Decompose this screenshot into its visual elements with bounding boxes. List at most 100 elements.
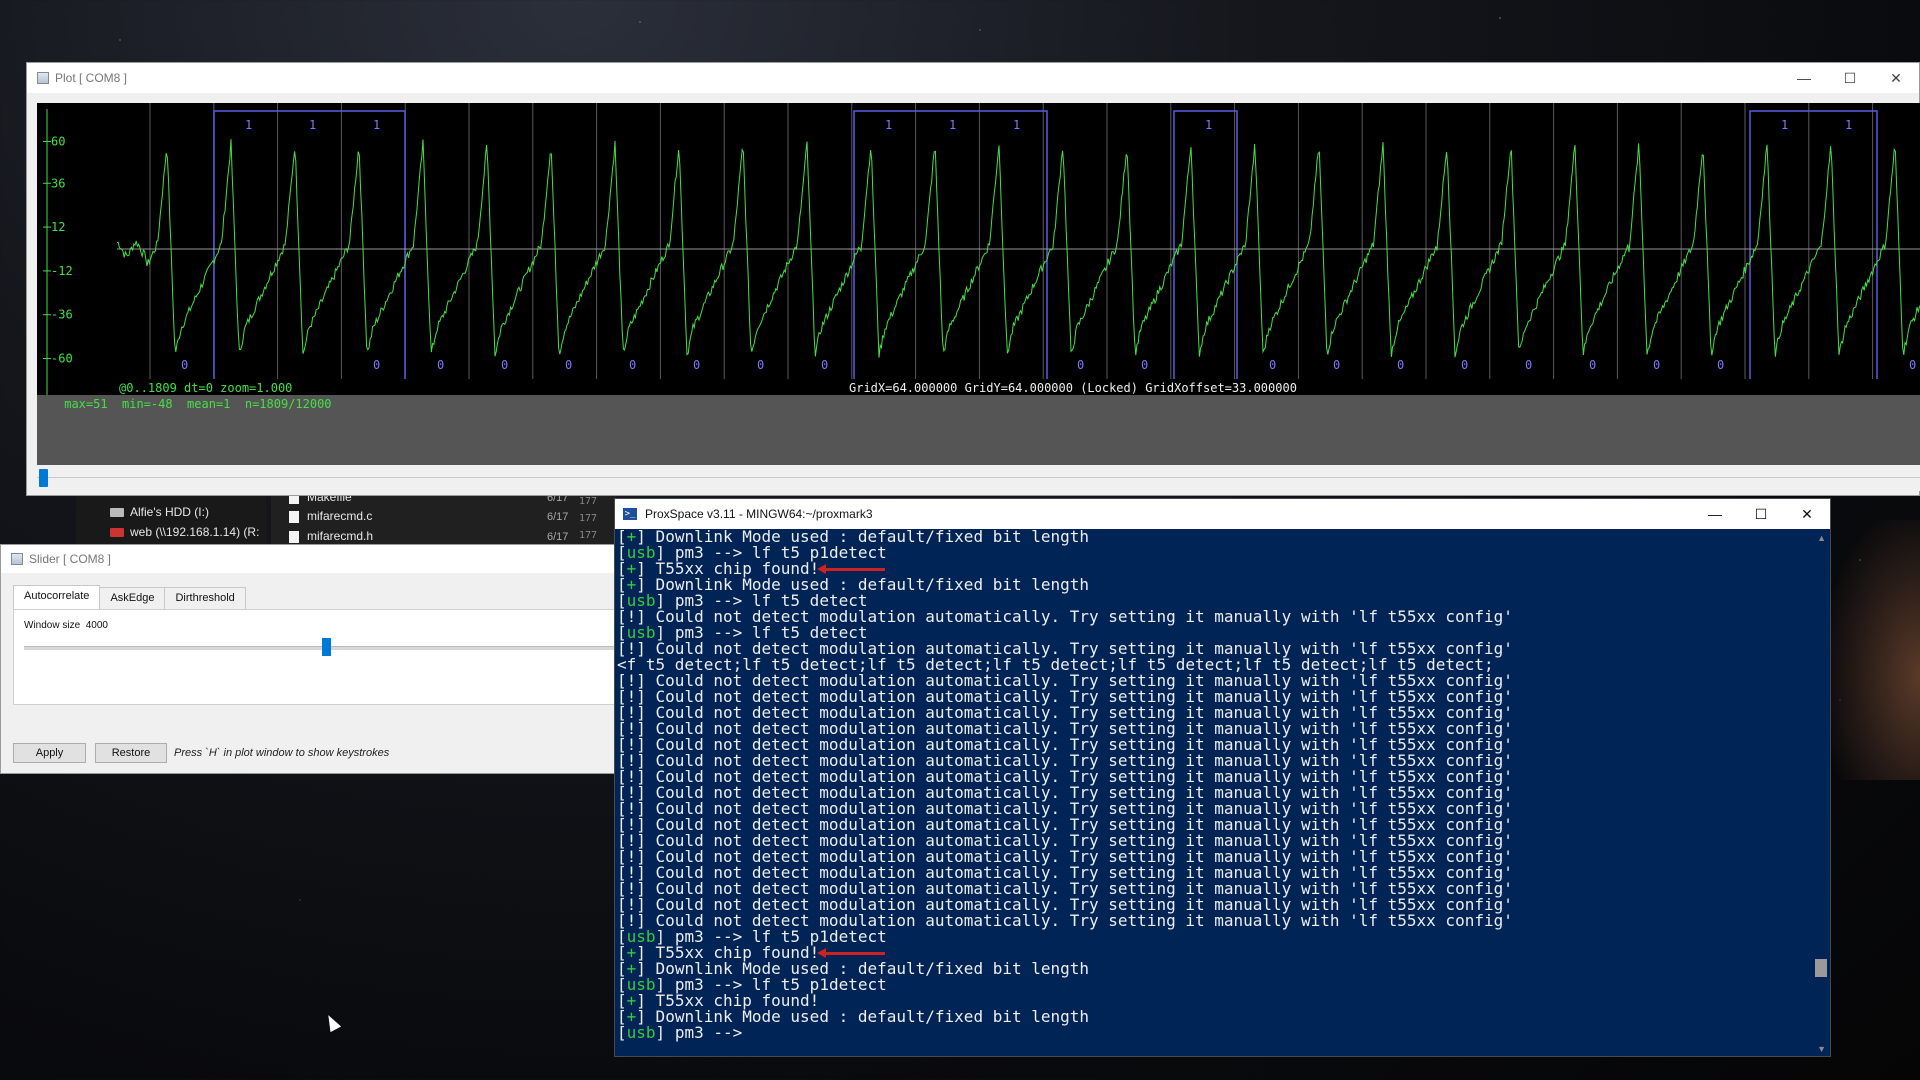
bit-label-zero: 0 (693, 358, 700, 372)
maximize-button[interactable]: ☐ (1738, 499, 1784, 529)
close-button[interactable]: ✕ (1873, 63, 1919, 93)
plot-scrollbar[interactable] (37, 465, 1920, 491)
plot-titlebar[interactable]: Plot [ COM8 ] — ☐ ✕ (27, 63, 1919, 93)
slider-window-title: Slider [ COM8 ] (29, 552, 112, 566)
plot-stats: max=51 min=-48 mean=1 n=1809/12000 (57, 397, 332, 411)
bit-label-zero: 0 (373, 358, 380, 372)
red-arrow-annotation-icon (817, 564, 886, 574)
tab-dirthreshold[interactable]: Dirthreshold (164, 587, 246, 611)
terminal-scrollbar[interactable]: ▲ ▼ (1812, 529, 1830, 1056)
bit-label-zero: 0 (501, 358, 508, 372)
y-axis-panel (37, 103, 117, 395)
bit-label-zero: 0 (1397, 358, 1404, 372)
line-number: 177 (579, 496, 598, 507)
bit-label-zero: 0 (1141, 358, 1148, 372)
plot-canvas[interactable]: 60 36 12 -12 -36 -60 1 1 1 1 1 1 1 1 1 0 0 0 0 0 0 0 0 0 0 0 0 0 0 0… (37, 103, 1920, 395)
red-arrow-annotation-icon (817, 948, 886, 958)
waveform-plot[interactable]: 60 36 12 -12 -36 -60 1 1 1 1 1 1 1 1 1 0 0 0 0 0 0 0 0 0 0 0 0 0 0 0… (37, 103, 1920, 395)
bit-box (1173, 110, 1238, 379)
bit-label-one: 1 (885, 118, 892, 132)
bit-label-zero: 0 (1269, 358, 1276, 372)
file-item[interactable]: mifarecmd.h (289, 529, 373, 543)
file-item[interactable]: Makefile (289, 496, 352, 504)
plot-status-left: @0..1809 dt=0 zoom=1.000 (119, 381, 292, 395)
y-tick-label: 36 (51, 176, 65, 190)
plot-scroll-track[interactable] (37, 477, 1920, 478)
bit-box (853, 110, 1048, 379)
bit-labels: 1 1 1 1 1 1 1 1 1 0 0 0 0 0 0 0 0 0 0 0 0 0 0 0 0 0 0 0 0 (181, 118, 1916, 372)
explorer-nav-pane: Alfie's HDD (I:) web (\\192.168.1.14) (R… (76, 496, 266, 544)
chevron-down-icon[interactable]: ▼ (1817, 1044, 1826, 1054)
window-size-value: 4000 (85, 620, 108, 631)
bit-label-one: 1 (245, 118, 252, 132)
keystroke-hint: Press `H` in plot window to show keystro… (174, 747, 390, 759)
bit-label-one: 1 (1781, 118, 1788, 132)
window-size-slider-track[interactable] (24, 646, 617, 650)
plot-window[interactable]: Plot [ COM8 ] — ☐ ✕ 60 36 12 -12 -36 -60 1 1 1 1… (26, 62, 1920, 496)
plot-window-title: Plot [ COM8 ] (55, 71, 128, 85)
file-date: 6/17 (547, 496, 569, 504)
terminal-window[interactable]: >_ ProxSpace v3.11 - MINGW64:~/proxmark3… (614, 498, 1831, 1057)
plot-status-grid: GridX=64.000000 GridY=64.000000 (Locked)… (849, 381, 1297, 395)
file-explorer-fragment: Alfie's HDD (I:) web (\\192.168.1.14) (R… (76, 496, 616, 544)
maximize-button[interactable]: ☐ (1827, 63, 1873, 93)
signal-trace (116, 139, 1920, 358)
y-tick-label: -60 (51, 352, 73, 366)
bit-label-one: 1 (1205, 118, 1212, 132)
restore-button[interactable]: Restore (95, 743, 167, 763)
bit-label-one: 1 (949, 118, 956, 132)
terminal-output[interactable]: [+] Downlink Mode used : default/fixed b… (617, 529, 1812, 1056)
bit-label-one: 1 (1845, 118, 1852, 132)
terminal-scroll-thumb[interactable] (1815, 959, 1827, 977)
file-item[interactable]: mifarecmd.c (289, 509, 372, 523)
y-tick-label: 60 (51, 134, 65, 148)
chevron-up-icon[interactable]: ▲ (1817, 533, 1826, 543)
apply-button[interactable]: Apply (13, 743, 86, 763)
window-icon (11, 553, 23, 565)
y-tick-label: 12 (51, 220, 65, 234)
bit-label-zero: 0 (757, 358, 764, 372)
tab-autocorrelate[interactable]: Autocorrelate (13, 585, 101, 609)
bit-label-zero: 0 (1525, 358, 1532, 372)
plot-scroll-thumb[interactable] (39, 469, 48, 487)
bit-label-zero: 0 (1077, 358, 1084, 372)
drive-item[interactable]: Alfie's HDD (I:) (110, 505, 209, 519)
line-number: 177 (579, 530, 598, 541)
bit-label-zero: 0 (629, 358, 636, 372)
y-tick-label: -12 (51, 264, 73, 278)
bit-box (1749, 110, 1878, 379)
close-button[interactable]: ✕ (1784, 499, 1830, 529)
file-icon (289, 510, 299, 523)
line-prefix: [usb] (617, 1023, 666, 1042)
explorer-file-list: Makefile mifarecmd.c mifarecmd.h 6/17 6/… (271, 496, 616, 544)
bit-label-zero: 0 (1717, 358, 1724, 372)
autocorrelate-panel: Window size 4000 (13, 609, 617, 705)
slider-titlebar[interactable]: Slider [ COM8 ] (1, 545, 614, 573)
terminal-titlebar[interactable]: >_ ProxSpace v3.11 - MINGW64:~/proxmark3… (615, 499, 1830, 529)
terminal-line: [usb] pm3 --> (617, 1025, 1812, 1041)
bit-label-zero: 0 (1653, 358, 1660, 372)
bit-label-one: 1 (1013, 118, 1020, 132)
bit-label-zero: 0 (565, 358, 572, 372)
drive-icon (110, 508, 124, 518)
grid-lines (149, 103, 1874, 379)
slider-window[interactable]: Slider [ COM8 ] Autocorrelate AskEdge Di… (0, 544, 617, 774)
window-icon (37, 72, 49, 84)
tab-askedge[interactable]: AskEdge (99, 587, 166, 611)
window-size-slider-thumb[interactable] (322, 638, 331, 656)
network-drive-icon (110, 528, 124, 538)
plot-stats-bar: max=51 min=-48 mean=1 n=1809/12000 (37, 395, 1920, 465)
minimize-button[interactable]: — (1692, 499, 1738, 529)
bit-label-one: 1 (309, 118, 316, 132)
y-tick-label: -36 (51, 308, 73, 322)
file-icon (289, 530, 299, 543)
file-date: 6/17 (547, 511, 569, 523)
terminal-title: ProxSpace v3.11 - MINGW64:~/proxmark3 (645, 507, 873, 521)
slider-tabs: Autocorrelate AskEdge Dirthreshold (13, 585, 246, 611)
bit-label-one: 1 (373, 118, 380, 132)
minimize-button[interactable]: — (1781, 63, 1827, 93)
network-drive-item[interactable]: web (\\192.168.1.14) (R: (110, 525, 259, 539)
terminal-app-icon: >_ (623, 508, 637, 520)
bit-label-zero: 0 (1333, 358, 1340, 372)
bit-label-zero: 0 (1589, 358, 1596, 372)
